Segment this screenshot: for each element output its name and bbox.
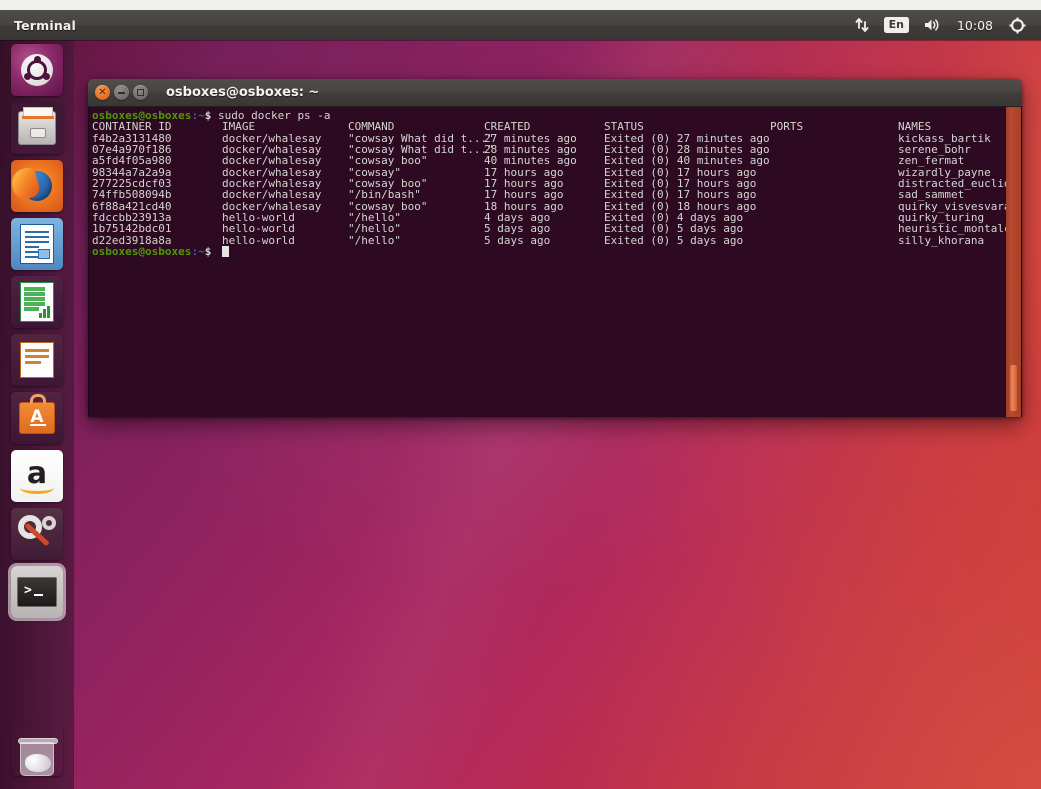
launcher-item-trash[interactable] xyxy=(11,724,63,776)
terminal-output: osboxes@osboxes:~$sudo docker ps -aCONTA… xyxy=(92,110,1003,257)
terminal-prompt-path: :~ xyxy=(191,246,204,257)
gear-icon[interactable] xyxy=(1002,10,1033,40)
unity-launcher: A a > xyxy=(0,40,74,789)
terminal-cell-status: Exited (0) 5 days ago xyxy=(604,235,743,246)
terminal-column-header: CONTAINER ID xyxy=(92,121,171,132)
terminal-cell-image: hello-world xyxy=(222,235,295,246)
launcher-item-amazon[interactable]: a xyxy=(11,450,63,502)
terminal-prompt-symbol: $ xyxy=(205,246,212,257)
minimize-button[interactable] xyxy=(114,85,129,100)
maximize-button[interactable] xyxy=(133,85,148,100)
software-bag-icon: A xyxy=(11,392,63,444)
terminal-line: osboxes@osboxes:~$ xyxy=(92,246,1003,257)
trash-icon xyxy=(11,724,63,776)
launcher-item-dash-home[interactable] xyxy=(11,44,63,96)
terminal-prompt-user: osboxes@osboxes xyxy=(92,246,191,257)
terminal-body[interactable]: osboxes@osboxes:~$sudo docker ps -aCONTA… xyxy=(88,107,1022,417)
keyboard-layout-label: En xyxy=(884,17,909,33)
network-icon[interactable] xyxy=(847,10,877,40)
terminal-prompt-path: :~ xyxy=(191,110,204,121)
file-cabinet-icon xyxy=(11,102,63,154)
ubuntu-logo-icon xyxy=(11,44,63,96)
terminal-cell-names: silly_khorana xyxy=(898,235,984,246)
calc-icon xyxy=(11,276,63,328)
terminal-column-header: PORTS xyxy=(770,121,803,132)
launcher-item-firefox[interactable] xyxy=(11,160,63,212)
terminal-column-header: IMAGE xyxy=(222,121,255,132)
terminal-column-header: STATUS xyxy=(604,121,644,132)
terminal-titlebar[interactable]: ✕ osboxes@osboxes: ~ xyxy=(88,79,1022,107)
desktop-screen: Terminal En 10:08 xyxy=(0,0,1041,789)
close-button[interactable]: ✕ xyxy=(95,85,110,100)
launcher-item-libreoffice-writer[interactable] xyxy=(11,218,63,270)
launcher-item-software-center[interactable]: A xyxy=(11,392,63,444)
terminal-column-header: NAMES xyxy=(898,121,931,132)
terminal-column-header: CREATED xyxy=(484,121,530,132)
writer-icon xyxy=(11,218,63,270)
launcher-item-libreoffice-impress[interactable] xyxy=(11,334,63,386)
terminal-icon: > xyxy=(11,566,63,618)
terminal-line: CONTAINER ID IMAGE COMMAND CREATED STATUS POR… xyxy=(92,121,1003,132)
terminal-table-row: d22ed3918a8ahello-world"/hello"5 days ag… xyxy=(92,235,1003,246)
launcher-item-libreoffice-calc[interactable] xyxy=(11,276,63,328)
top-panel: Terminal En 10:08 xyxy=(0,10,1041,40)
terminal-window[interactable]: ✕ osboxes@osboxes: ~ osboxes@osboxes:~$s… xyxy=(88,79,1022,417)
panel-indicators: En 10:08 xyxy=(847,10,1041,40)
amazon-icon: a xyxy=(11,450,63,502)
panel-clock[interactable]: 10:08 xyxy=(948,18,1002,33)
terminal-prompt-symbol: $ xyxy=(205,110,212,121)
terminal-cursor xyxy=(222,246,229,257)
launcher-item-terminal[interactable]: > xyxy=(11,566,63,618)
terminal-cell-command: "/hello" xyxy=(348,235,401,246)
launcher-item-files[interactable] xyxy=(11,102,63,154)
launcher-item-system-settings[interactable] xyxy=(11,508,63,560)
panel-app-title[interactable]: Terminal xyxy=(14,18,76,33)
terminal-scrollbar-thumb[interactable] xyxy=(1010,365,1017,411)
terminal-scrollbar[interactable] xyxy=(1006,107,1021,417)
terminal-column-header: COMMAND xyxy=(348,121,394,132)
volume-icon[interactable] xyxy=(916,10,948,40)
terminal-cell-created: 5 days ago xyxy=(484,235,550,246)
keyboard-layout-indicator[interactable]: En xyxy=(877,10,916,40)
impress-icon xyxy=(11,334,63,386)
firefox-icon xyxy=(11,160,63,212)
gear-wrench-icon xyxy=(11,508,63,560)
terminal-window-title: osboxes@osboxes: ~ xyxy=(166,85,319,100)
